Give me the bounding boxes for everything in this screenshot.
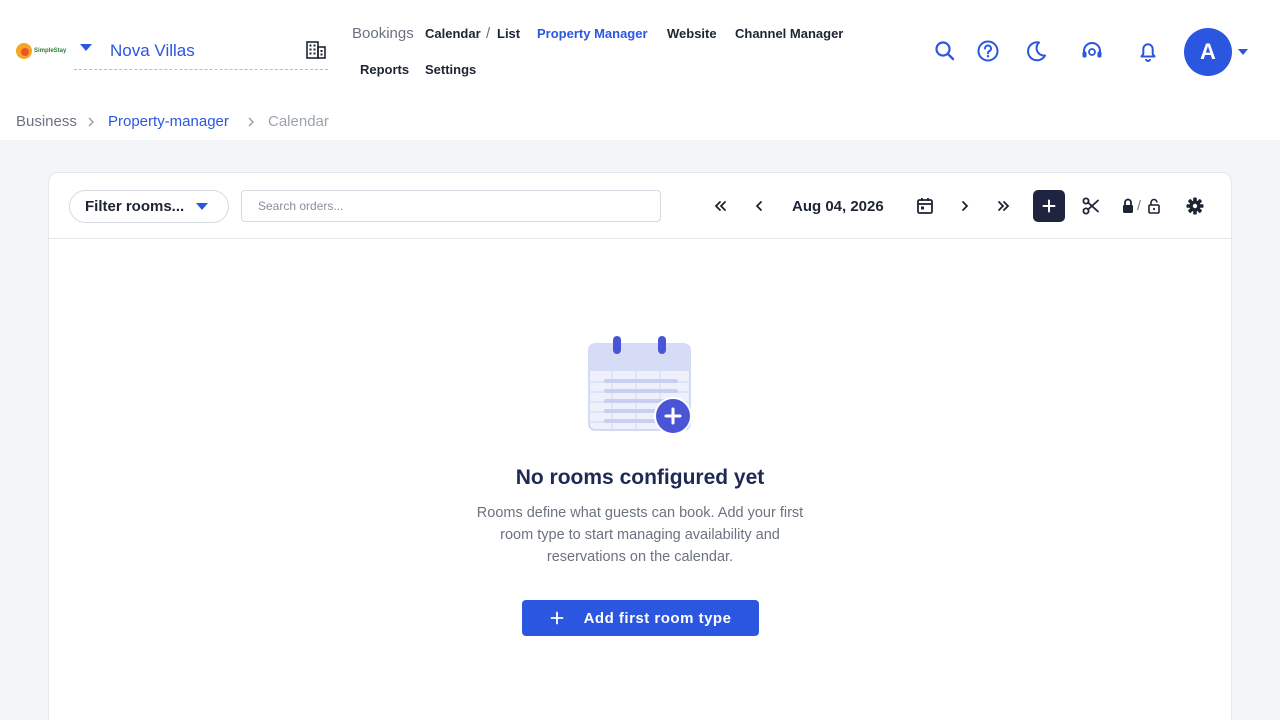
empty-calendar-illustration bbox=[588, 336, 692, 435]
gear-icon[interactable] bbox=[1183, 194, 1207, 218]
calendar-picker-icon[interactable] bbox=[913, 194, 937, 218]
plus-icon bbox=[1042, 199, 1056, 213]
double-chevron-left-icon[interactable] bbox=[709, 194, 733, 218]
cta-label: Add first room type bbox=[583, 609, 732, 627]
building-icon[interactable] bbox=[306, 41, 326, 59]
add-booking-button[interactable] bbox=[1033, 190, 1065, 222]
moon-icon[interactable] bbox=[1023, 38, 1049, 64]
nav-settings[interactable]: Settings bbox=[425, 62, 476, 77]
nav-separator: / bbox=[486, 25, 491, 42]
support-headset-icon[interactable] bbox=[1079, 38, 1105, 64]
plus-icon bbox=[550, 611, 563, 625]
breadcrumb-chevron-icon bbox=[88, 117, 95, 127]
logo-text: SimpleStay bbox=[34, 48, 67, 54]
calendar-card bbox=[48, 172, 1232, 720]
nav-website[interactable]: Website bbox=[667, 26, 717, 41]
search-orders-input[interactable] bbox=[241, 190, 661, 222]
breadcrumb-calendar: Calendar bbox=[268, 113, 329, 130]
filter-rooms-label: Filter rooms... bbox=[85, 198, 185, 215]
current-date: Aug 04, 2026 bbox=[792, 198, 884, 215]
property-dropdown-caret-icon[interactable] bbox=[80, 44, 92, 51]
nav-reports[interactable]: Reports bbox=[360, 62, 409, 77]
brand-logo[interactable]: SimpleStay bbox=[16, 42, 68, 60]
property-selector[interactable]: Nova Villas bbox=[110, 41, 195, 61]
add-first-room-type-button[interactable]: Add first room type bbox=[522, 600, 759, 636]
double-chevron-right-icon[interactable] bbox=[991, 194, 1015, 218]
property-selector-underline bbox=[74, 69, 328, 70]
bell-icon[interactable] bbox=[1135, 38, 1161, 64]
chevron-left-icon[interactable] bbox=[747, 194, 771, 218]
nav-bookings-label: Bookings bbox=[352, 25, 414, 42]
logo-mark-icon bbox=[16, 43, 32, 59]
user-avatar[interactable]: A bbox=[1184, 28, 1232, 76]
lock-icon[interactable] bbox=[1120, 194, 1136, 218]
breadcrumb-business[interactable]: Business bbox=[16, 113, 77, 130]
chevron-right-icon[interactable] bbox=[953, 194, 977, 218]
lock-separator: / bbox=[1137, 197, 1141, 213]
filter-caret-icon bbox=[196, 203, 208, 210]
empty-state-title: No rooms configured yet bbox=[515, 466, 765, 489]
help-icon[interactable] bbox=[975, 38, 1001, 64]
nav-list[interactable]: List bbox=[497, 26, 520, 41]
scissors-icon[interactable] bbox=[1079, 194, 1103, 218]
nav-calendar[interactable]: Calendar bbox=[425, 26, 481, 41]
empty-state-description: Rooms define what guests can book. Add y… bbox=[476, 505, 804, 565]
nav-channel-manager[interactable]: Channel Manager bbox=[735, 26, 843, 41]
account-menu-caret-icon[interactable] bbox=[1238, 49, 1248, 55]
unlock-icon[interactable] bbox=[1146, 194, 1162, 218]
breadcrumb-chevron-icon bbox=[248, 117, 255, 127]
toolbar-divider bbox=[49, 238, 1231, 239]
search-icon[interactable] bbox=[932, 38, 958, 64]
nav-property-manager[interactable]: Property Manager bbox=[537, 26, 648, 41]
breadcrumb-property-manager[interactable]: Property-manager bbox=[108, 113, 229, 130]
